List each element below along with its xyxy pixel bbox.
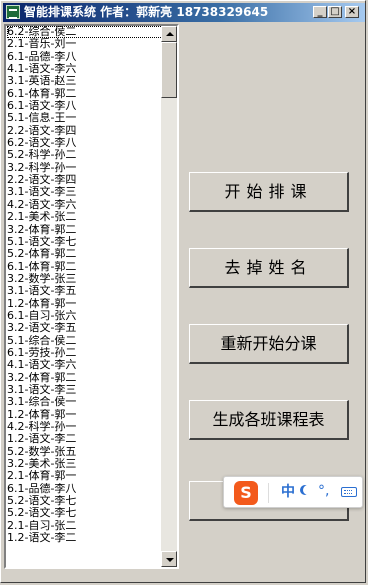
- list-item[interactable]: 3.1-语文-李三: [7, 384, 165, 396]
- minimize-button[interactable]: _: [313, 6, 327, 18]
- list-item[interactable]: 3.1-英语-赵三: [7, 75, 165, 87]
- list-item[interactable]: 1.2-语文-李二: [7, 433, 165, 445]
- app-icon: [6, 5, 20, 19]
- list-item[interactable]: 5.2-体育-郭二: [7, 248, 165, 260]
- list-item[interactable]: 5.2-语文-李七: [7, 507, 165, 519]
- list-item[interactable]: 3.1-语文-李三: [7, 186, 165, 198]
- punctuation-mode-icon[interactable]: °,: [318, 482, 329, 500]
- list-item[interactable]: 4.2-科学-孙一: [7, 421, 165, 433]
- list-item[interactable]: 3.2-美术-张三: [7, 458, 165, 470]
- list-item[interactable]: 5.1-信息-王一: [7, 112, 165, 124]
- schedule-listbox[interactable]: 6.2-综合-侯二 2.1-音乐-刘一 6.1-品德-李八 4.1-语文-李六 3.1-…: [4, 24, 179, 569]
- list-item[interactable]: 6.2-语文-李八: [7, 137, 165, 149]
- list-item[interactable]: 6.1-劳技-孙二: [7, 347, 165, 359]
- scroll-up-arrow-icon[interactable]: [161, 26, 177, 42]
- scroll-thumb[interactable]: [161, 42, 177, 98]
- list-item[interactable]: 3.1-语文-李五: [7, 285, 165, 297]
- list-item[interactable]: 2.2-语文-李四: [7, 125, 165, 137]
- list-item[interactable]: 1.2-体育-郭一: [7, 298, 165, 310]
- app-window: 智能排课系统 作者：郭新亮 18738329645 _ □ × 6.2-综合-侯…: [0, 0, 366, 583]
- list-item[interactable]: 5.1-语文-李七: [7, 236, 165, 248]
- sogou-logo-icon[interactable]: S: [234, 481, 258, 505]
- list-scrollbar[interactable]: [161, 26, 177, 567]
- list-item[interactable]: 3.2-语文-李五: [7, 322, 165, 334]
- list-item[interactable]: 2.1-自习-张二: [7, 520, 165, 532]
- list-item[interactable]: 6.1-品德-李八: [7, 51, 165, 63]
- start-schedule-button[interactable]: 开始排课: [189, 172, 349, 212]
- list-item[interactable]: 5.1-综合-侯二: [7, 335, 165, 347]
- list-item[interactable]: 5.2-语文-李七: [7, 495, 165, 507]
- list-item[interactable]: 6.1-语文-李八: [7, 100, 165, 112]
- list-item[interactable]: 6.1-品德-李八: [7, 483, 165, 495]
- ime-toolbar[interactable]: S 中 °,: [223, 476, 363, 508]
- list-item[interactable]: 2.1-音乐-刘一: [7, 38, 165, 50]
- list-item[interactable]: 3.2-体育-郭二: [7, 224, 165, 236]
- schedule-list-items: 6.2-综合-侯二 2.1-音乐-刘一 6.1-品德-李八 4.1-语文-李六 3.1-…: [7, 26, 165, 544]
- title-bar[interactable]: 智能排课系统 作者：郭新亮 18738329645 _ □ ×: [3, 3, 365, 22]
- list-item[interactable]: 4.2-语文-李六: [7, 199, 165, 211]
- close-button[interactable]: ×: [345, 6, 359, 18]
- list-item[interactable]: 6.1-体育-郭二: [7, 88, 165, 100]
- list-item[interactable]: 6.1-自习-张六: [7, 310, 165, 322]
- maximize-button[interactable]: □: [328, 6, 342, 18]
- ime-mode-indicator[interactable]: 中: [281, 483, 295, 501]
- remove-names-button[interactable]: 去掉姓名: [189, 248, 349, 288]
- keyboard-icon[interactable]: [341, 487, 357, 497]
- list-item[interactable]: 4.1-语文-李六: [7, 63, 165, 75]
- ime-separator: [268, 483, 269, 503]
- list-item[interactable]: 2.2-语文-李四: [7, 174, 165, 186]
- list-item[interactable]: 3.2-数学-张三: [7, 273, 165, 285]
- list-item[interactable]: 4.1-语文-李六: [7, 359, 165, 371]
- scroll-down-arrow-icon[interactable]: [161, 551, 177, 567]
- list-item[interactable]: 5.2-科学-孙二: [7, 149, 165, 161]
- list-item[interactable]: 6.1-体育-郭二: [7, 261, 165, 273]
- list-item[interactable]: 5.2-数学-张五: [7, 446, 165, 458]
- restart-schedule-button[interactable]: 重新开始分课: [189, 324, 349, 364]
- half-width-moon-icon[interactable]: [303, 485, 313, 495]
- list-item[interactable]: 3.2-科学-孙一: [7, 162, 165, 174]
- list-item[interactable]: 2.1-体育-郭一: [7, 470, 165, 482]
- list-item[interactable]: 1.2-语文-李二: [7, 532, 165, 544]
- list-item[interactable]: 3.2-体育-郭二: [7, 372, 165, 384]
- list-item[interactable]: 2.1-美术-张二: [7, 211, 165, 223]
- window-title: 智能排课系统 作者：郭新亮 18738329645: [24, 5, 269, 19]
- generate-class-tables-button[interactable]: 生成各班课程表: [189, 400, 349, 440]
- list-item[interactable]: 6.2-综合-侯二: [7, 26, 165, 39]
- list-item[interactable]: 3.1-综合-侯一: [7, 396, 165, 408]
- list-item[interactable]: 1.2-体育-郭一: [7, 409, 165, 421]
